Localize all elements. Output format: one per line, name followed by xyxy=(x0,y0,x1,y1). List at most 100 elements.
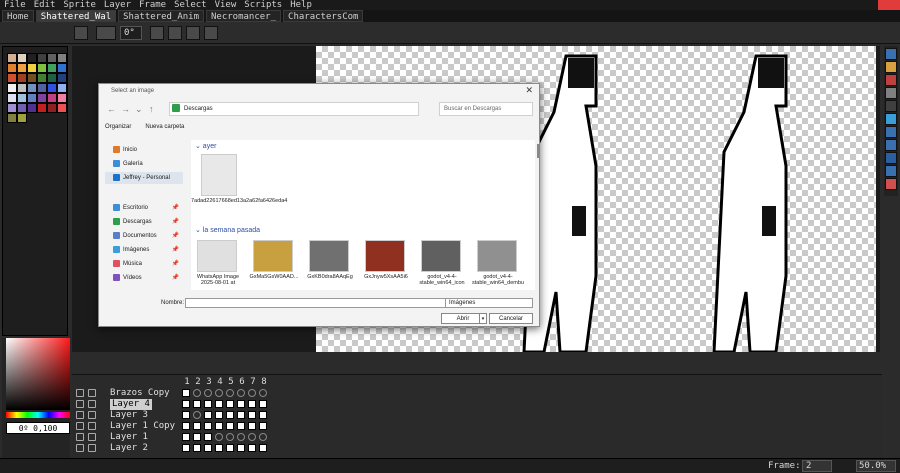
menu-item-sprite[interactable]: Sprite xyxy=(59,0,100,10)
open-dropdown-icon[interactable]: ▾ xyxy=(479,313,487,324)
up-icon[interactable]: ↑ xyxy=(149,104,154,114)
palette-swatch[interactable] xyxy=(27,103,37,113)
palette-swatch[interactable] xyxy=(57,63,67,73)
menu-item-view[interactable]: View xyxy=(211,0,241,10)
address-bar[interactable]: Descargas xyxy=(169,102,419,116)
lock-icon[interactable] xyxy=(88,422,96,430)
file-thumbnail[interactable] xyxy=(201,154,237,196)
palette-swatch[interactable] xyxy=(7,73,17,83)
frame-cel[interactable] xyxy=(248,389,256,397)
lock-icon[interactable] xyxy=(88,444,96,452)
palette-swatch[interactable] xyxy=(57,93,67,103)
nav-item-3[interactable]: Escritorio 📌 xyxy=(105,202,183,214)
ink-button[interactable] xyxy=(186,26,200,40)
palette-swatch[interactable] xyxy=(27,93,37,103)
symmetry-button[interactable] xyxy=(168,26,182,40)
frame-cel[interactable] xyxy=(237,389,245,397)
frame-cel[interactable] xyxy=(204,400,212,408)
palette-swatch[interactable] xyxy=(47,93,57,103)
eye-icon[interactable] xyxy=(76,444,84,452)
palette-swatch[interactable] xyxy=(27,53,37,63)
frame-number[interactable]: 6 xyxy=(237,377,247,388)
tool-button[interactable] xyxy=(885,152,897,164)
tab-3[interactable]: Necromancer_ xyxy=(206,10,282,22)
menu-item-scripts[interactable]: Scripts xyxy=(240,0,286,10)
tool-button[interactable] xyxy=(885,48,897,60)
palette-swatch[interactable] xyxy=(7,63,17,73)
frame-cel[interactable] xyxy=(204,444,212,452)
group-header-1[interactable]: ⌄ la semana pasada xyxy=(195,226,260,234)
eye-icon[interactable] xyxy=(76,433,84,441)
tool-button[interactable] xyxy=(885,113,897,125)
palette-swatch[interactable] xyxy=(7,113,17,123)
frame-cel[interactable] xyxy=(193,422,201,430)
frame-cel[interactable] xyxy=(182,400,190,408)
file-list-scrollbar[interactable] xyxy=(537,144,540,158)
tool-button[interactable] xyxy=(885,126,897,138)
hue-slider[interactable] xyxy=(6,412,70,418)
frame-cel[interactable] xyxy=(237,444,245,452)
pixel-perfect-button[interactable] xyxy=(150,26,164,40)
layer-row[interactable]: Layer 3 xyxy=(72,410,332,421)
tool-button[interactable] xyxy=(885,139,897,151)
cancel-button[interactable]: Cancelar xyxy=(489,313,533,324)
opacity-button[interactable] xyxy=(204,26,218,40)
nav-item-7[interactable]: Música 📌 xyxy=(105,258,183,270)
brush-type-button[interactable] xyxy=(96,26,116,40)
palette-swatch[interactable] xyxy=(17,53,27,63)
palette-swatch[interactable] xyxy=(7,93,17,103)
layer-row[interactable]: Layer 1 xyxy=(72,432,332,443)
saturation-value-square[interactable] xyxy=(6,338,70,410)
eye-icon[interactable] xyxy=(76,422,84,430)
frame-number[interactable]: 7 xyxy=(248,377,258,388)
frame-cel[interactable] xyxy=(193,389,201,397)
frame-cel[interactable] xyxy=(215,411,223,419)
tool-mode-button[interactable] xyxy=(74,26,88,40)
palette-swatch[interactable] xyxy=(47,83,57,93)
frame-cel[interactable] xyxy=(204,433,212,441)
palette-swatch[interactable] xyxy=(17,63,27,73)
frame-cel[interactable] xyxy=(226,433,234,441)
palette-swatch[interactable] xyxy=(7,103,17,113)
layer-row[interactable]: Layer 4 xyxy=(72,399,332,410)
eye-icon[interactable] xyxy=(76,389,84,397)
palette-swatch[interactable] xyxy=(47,103,57,113)
layer-row[interactable]: Layer 2 xyxy=(72,443,332,454)
menu-item-layer[interactable]: Layer xyxy=(100,0,135,10)
palette-swatch[interactable] xyxy=(47,63,57,73)
menu-item-help[interactable]: Help xyxy=(286,0,316,10)
frame-cel[interactable] xyxy=(237,422,245,430)
nav-item-5[interactable]: Documentos 📌 xyxy=(105,230,183,242)
tool-button[interactable] xyxy=(885,74,897,86)
zoom-field[interactable]: 50.0% xyxy=(856,460,896,472)
frame-cel[interactable] xyxy=(193,411,201,419)
frame-cel[interactable] xyxy=(259,444,267,452)
frame-cel[interactable] xyxy=(215,433,223,441)
frame-cel[interactable] xyxy=(182,422,190,430)
frame-cel[interactable] xyxy=(259,422,267,430)
tool-button[interactable] xyxy=(885,165,897,177)
palette-swatch[interactable] xyxy=(47,53,57,63)
palette-swatch[interactable] xyxy=(17,113,27,123)
frame-cel[interactable] xyxy=(204,411,212,419)
eye-icon[interactable] xyxy=(76,411,84,419)
frame-cel[interactable] xyxy=(182,433,190,441)
palette-swatch[interactable] xyxy=(37,103,47,113)
lock-icon[interactable] xyxy=(88,400,96,408)
nav-item-8[interactable]: Vídeos 📌 xyxy=(105,272,183,284)
frame-cel[interactable] xyxy=(226,400,234,408)
frame-number[interactable]: 4 xyxy=(215,377,225,388)
lock-icon[interactable] xyxy=(88,389,96,397)
search-input[interactable]: Buscar en Descargas xyxy=(439,102,533,116)
file-thumbnail[interactable] xyxy=(365,240,405,272)
tool-button[interactable] xyxy=(885,87,897,99)
lock-icon[interactable] xyxy=(88,411,96,419)
frame-cel[interactable] xyxy=(248,422,256,430)
frame-cel[interactable] xyxy=(215,422,223,430)
frame-cel[interactable] xyxy=(193,433,201,441)
group-header-0[interactable]: ⌄ ayer xyxy=(195,142,216,150)
palette-swatch[interactable] xyxy=(17,83,27,93)
frame-cel[interactable] xyxy=(204,422,212,430)
frame-cel[interactable] xyxy=(248,444,256,452)
frame-cel[interactable] xyxy=(215,400,223,408)
